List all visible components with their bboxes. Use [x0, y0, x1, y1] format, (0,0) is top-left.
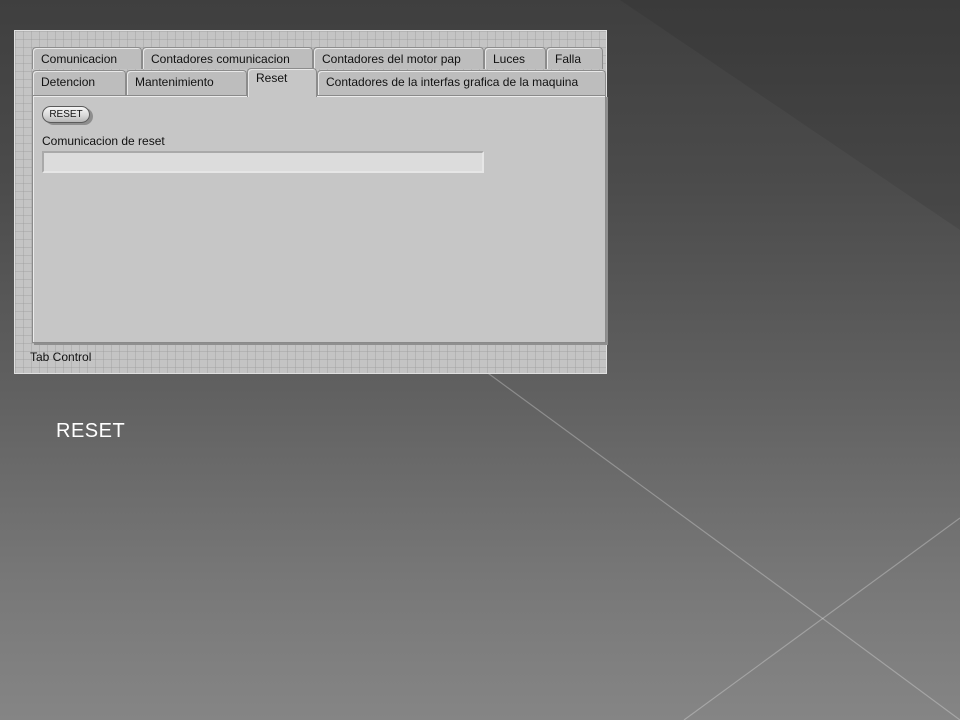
tab-luces[interactable]: Luces — [484, 47, 546, 69]
tab-control: Comunicacion Contadores comunicacion Con… — [32, 45, 606, 343]
reset-button[interactable]: RESET — [42, 106, 90, 123]
slide-caption: RESET — [56, 420, 126, 442]
tab-reset[interactable]: Reset — [247, 68, 317, 97]
tab-detencion[interactable]: Detencion — [32, 70, 126, 95]
labview-front-panel: Comunicacion Contadores comunicacion Con… — [14, 30, 607, 374]
tab-falla[interactable]: Falla — [546, 47, 603, 69]
comunicacion-de-reset-label: Comunicacion de reset — [42, 134, 165, 148]
tab-contadores-motor-pap[interactable]: Contadores del motor pap — [313, 47, 484, 69]
tab-page-reset: RESET Comunicacion de reset — [32, 95, 606, 343]
tab-mantenimiento[interactable]: Mantenimiento — [126, 70, 247, 95]
comunicacion-de-reset-field[interactable] — [42, 151, 484, 173]
tab-contadores-interfas-grafica[interactable]: Contadores de la interfas grafica de la … — [317, 70, 606, 95]
tab-comunicacion[interactable]: Comunicacion — [32, 47, 142, 69]
tab-control-caption: Tab Control — [30, 350, 92, 364]
tab-contadores-comunicacion[interactable]: Contadores comunicacion — [142, 47, 313, 69]
